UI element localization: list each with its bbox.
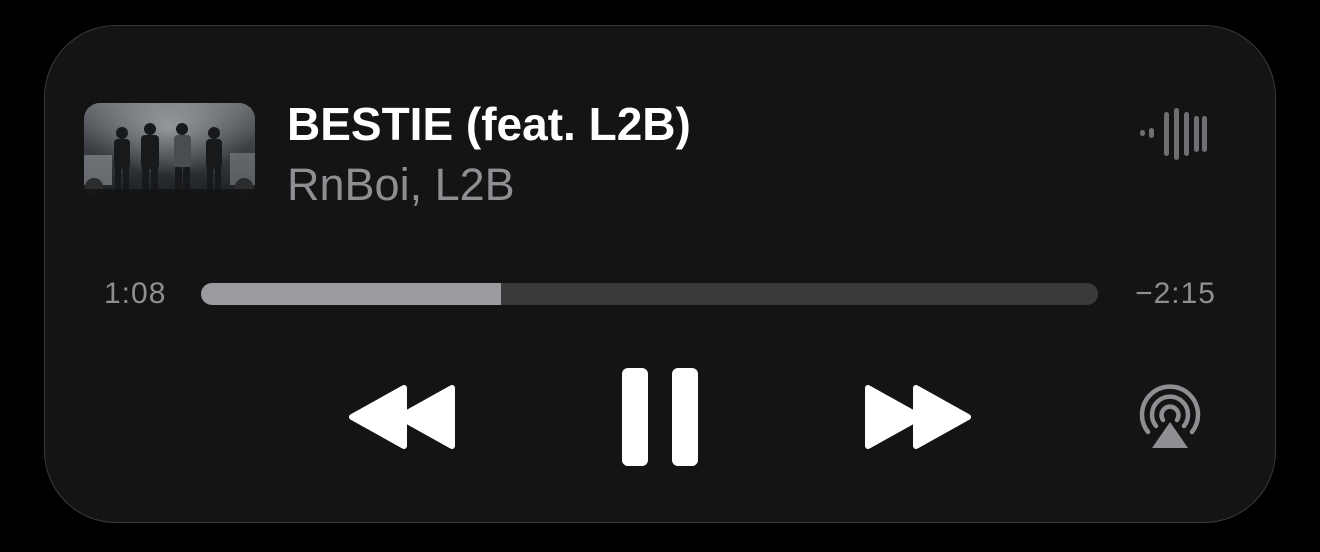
playback-progress-fill [201,283,502,305]
album-artwork-image [84,103,255,199]
track-title: BESTIE (feat. L2B) [287,98,691,150]
forward-button[interactable] [862,384,974,450]
pause-icon [622,368,698,466]
album-artwork[interactable] [84,103,255,199]
airplay-button[interactable] [1134,384,1206,450]
playback-scrubber[interactable] [201,283,1098,305]
remaining-time: −2:15 [1135,277,1216,310]
elapsed-time: 1:08 [104,277,167,310]
backward-icon [349,385,455,449]
airplay-icon [1139,384,1201,448]
forward-icon [865,385,971,449]
waveform-icon[interactable] [1140,108,1208,160]
pause-button[interactable] [620,366,700,468]
rewind-button[interactable] [346,384,458,450]
track-artist: RnBoi, L2B [287,159,515,210]
